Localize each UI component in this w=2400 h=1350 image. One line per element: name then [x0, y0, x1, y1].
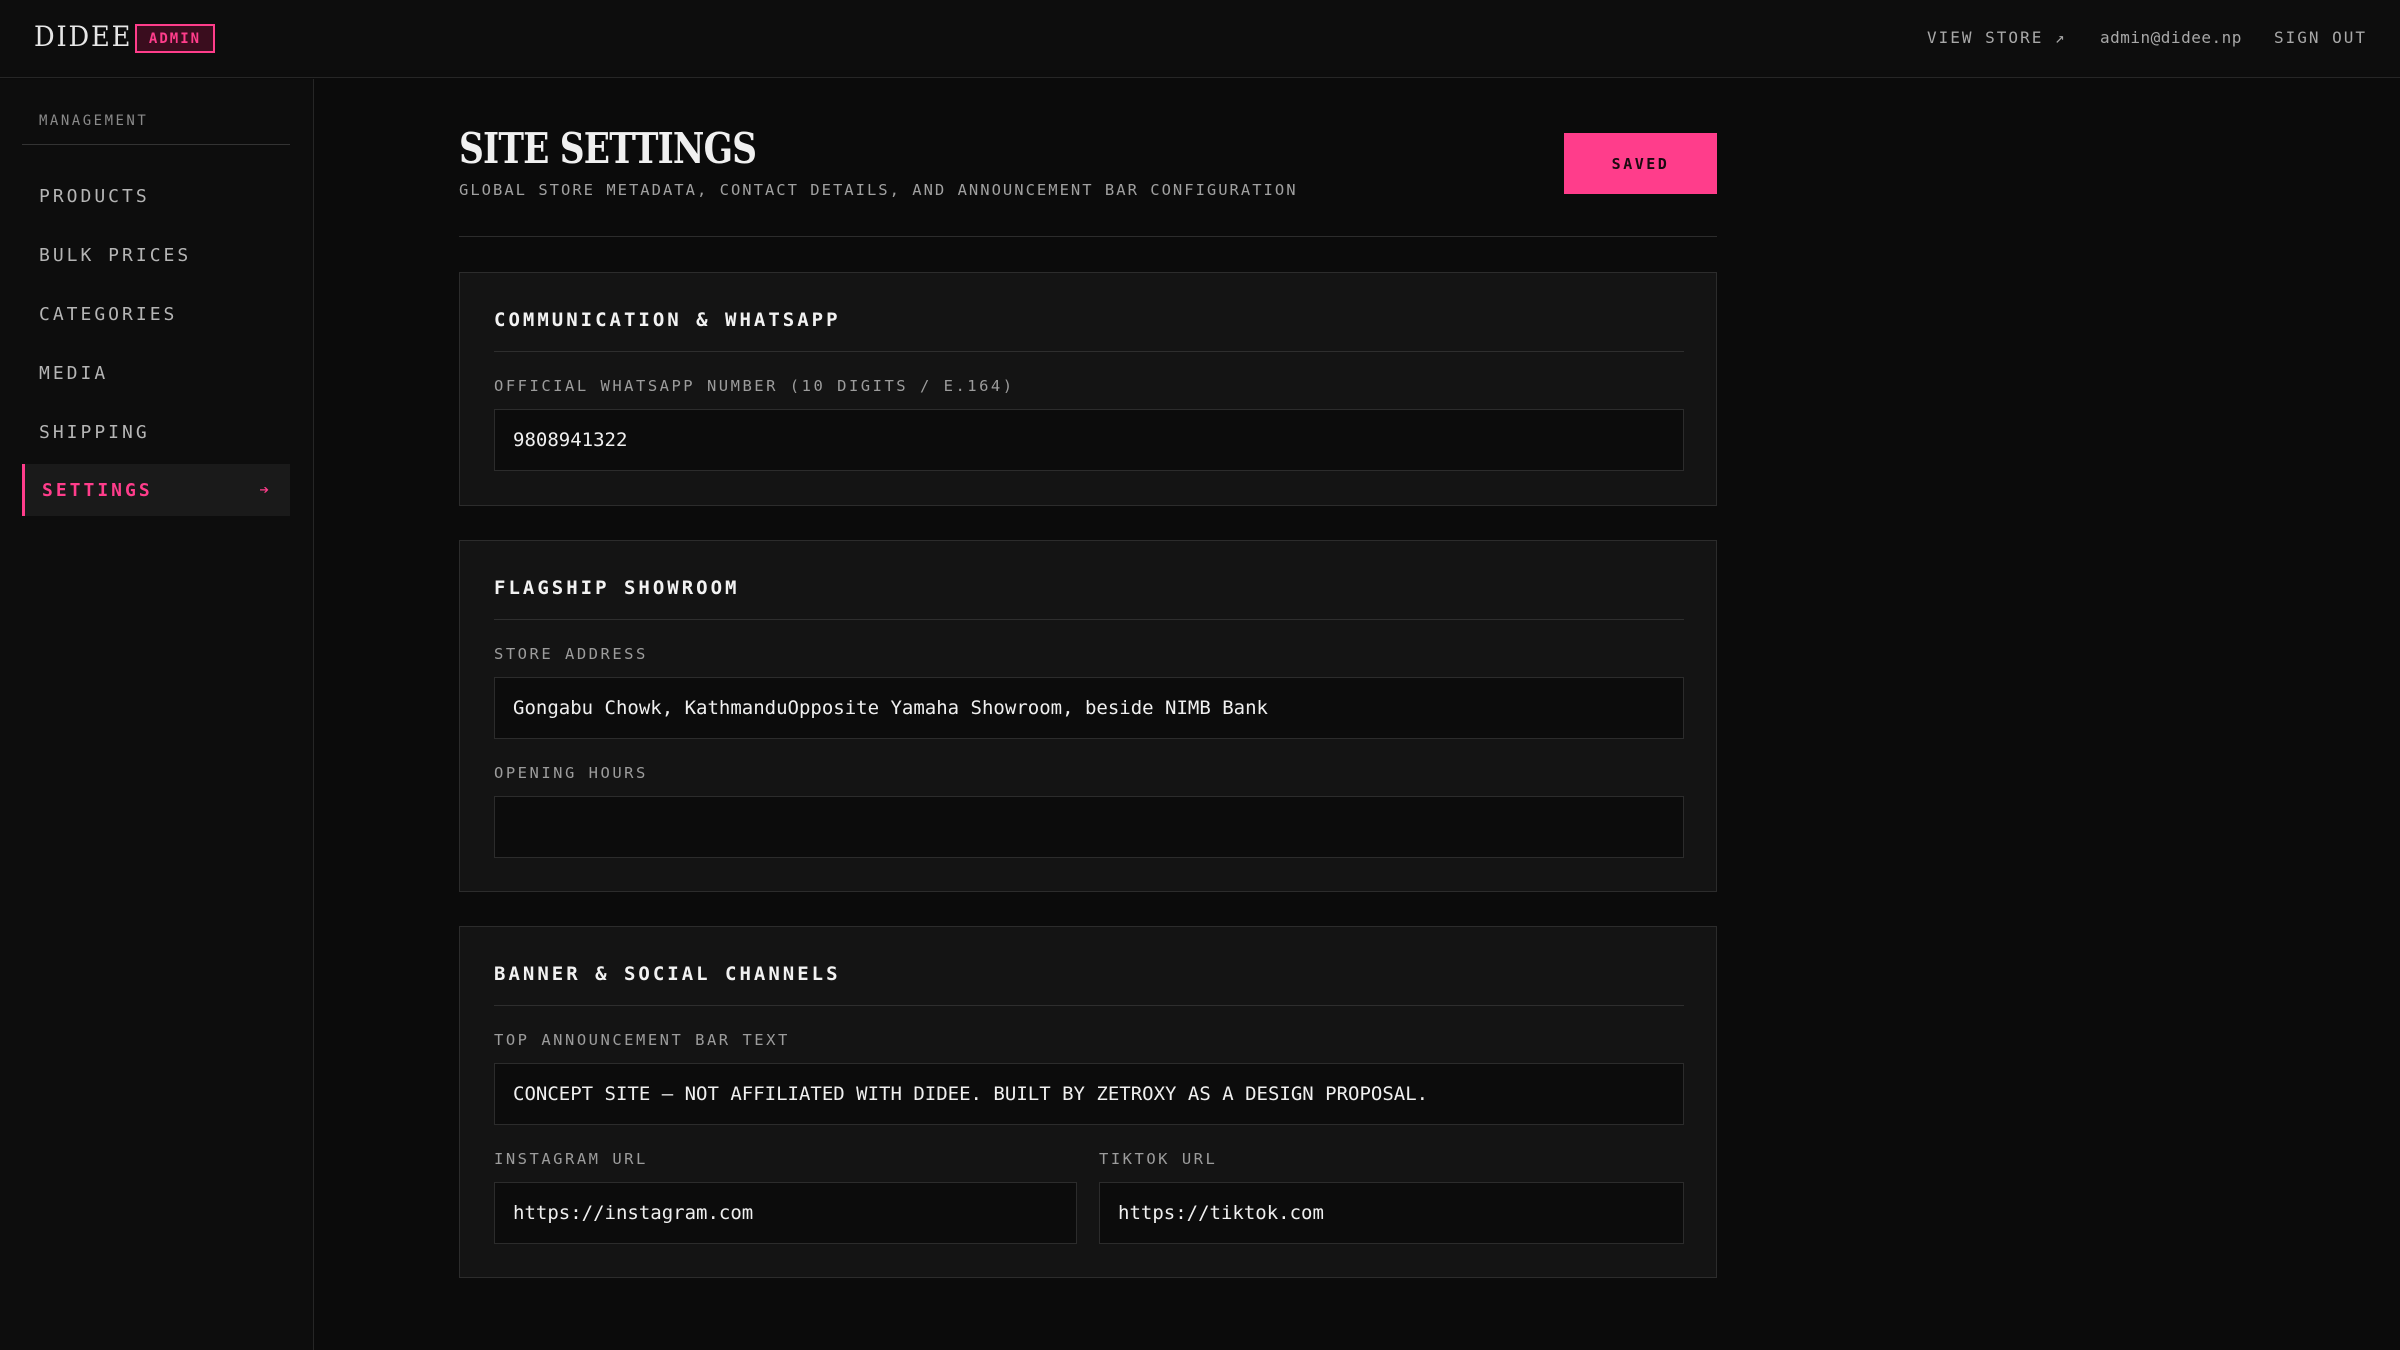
sidebar: MANAGEMENT PRODUCTS BULK PRICES CATEGORI… [0, 79, 314, 1350]
tiktok-url-label: TIKTOK URL [1099, 1150, 1218, 1168]
sidebar-item-label: CATEGORIES [39, 303, 178, 325]
opening-hours-input[interactable] [494, 796, 1684, 858]
sidebar-item-label: BULK PRICES [39, 244, 192, 266]
top-navbar: DIDEE ADMIN VIEW STORE ↗ admin@didee.np … [0, 0, 2400, 78]
save-button[interactable]: SAVED [1564, 133, 1717, 194]
arrow-right-icon: ➔ [259, 480, 272, 499]
instagram-url-input[interactable] [494, 1182, 1077, 1244]
sidebar-item-bulk-prices[interactable]: BULK PRICES [22, 229, 290, 281]
section-title: BANNER & SOCIAL CHANNELS [494, 963, 841, 985]
sidebar-item-label: SHIPPING [39, 421, 150, 443]
section-divider [494, 619, 1684, 620]
banner-social-card: BANNER & SOCIAL CHANNELS TOP ANNOUNCEMEN… [459, 926, 1717, 1278]
sidebar-item-label: SETTINGS [42, 479, 153, 501]
section-title: FLAGSHIP SHOWROOM [494, 577, 740, 599]
user-email: admin@didee.np [2100, 28, 2242, 47]
opening-hours-label: OPENING HOURS [494, 764, 648, 782]
store-address-input[interactable] [494, 677, 1684, 739]
showroom-card: FLAGSHIP SHOWROOM STORE ADDRESS OPENING … [459, 540, 1717, 892]
admin-badge: ADMIN [135, 24, 215, 53]
sidebar-item-shipping[interactable]: SHIPPING [22, 406, 290, 458]
sidebar-item-label: MEDIA [39, 362, 109, 384]
section-title: COMMUNICATION & WHATSAPP [494, 309, 841, 331]
instagram-url-label: INSTAGRAM URL [494, 1150, 648, 1168]
sidebar-item-settings[interactable]: SETTINGS ➔ [22, 464, 290, 516]
sidebar-section-label: MANAGEMENT [39, 113, 149, 129]
view-store-link[interactable]: VIEW STORE ↗ [1927, 28, 2067, 47]
sidebar-item-media[interactable]: MEDIA [22, 347, 290, 399]
sidebar-item-categories[interactable]: CATEGORIES [22, 288, 290, 340]
sidebar-divider [22, 144, 290, 145]
section-divider [494, 351, 1684, 352]
section-divider [494, 1005, 1684, 1006]
sign-out-link[interactable]: SIGN OUT [2274, 28, 2367, 47]
announcement-label: TOP ANNOUNCEMENT BAR TEXT [494, 1031, 790, 1049]
whatsapp-number-input[interactable] [494, 409, 1684, 471]
announcement-text-input[interactable] [494, 1063, 1684, 1125]
communication-card: COMMUNICATION & WHATSAPP OFFICIAL WHATSA… [459, 272, 1717, 506]
page-title: SITE SETTINGS [459, 124, 757, 173]
tiktok-url-input[interactable] [1099, 1182, 1684, 1244]
sidebar-item-products[interactable]: PRODUCTS [22, 170, 290, 222]
whatsapp-label: OFFICIAL WHATSAPP NUMBER (10 DIGITS / E.… [494, 377, 1015, 395]
sidebar-item-label: PRODUCTS [39, 185, 150, 207]
store-address-label: STORE ADDRESS [494, 645, 648, 663]
brand-logo[interactable]: DIDEE [34, 20, 132, 53]
page-subtitle: GLOBAL STORE METADATA, CONTACT DETAILS, … [459, 181, 1298, 199]
header-divider [459, 236, 1717, 237]
